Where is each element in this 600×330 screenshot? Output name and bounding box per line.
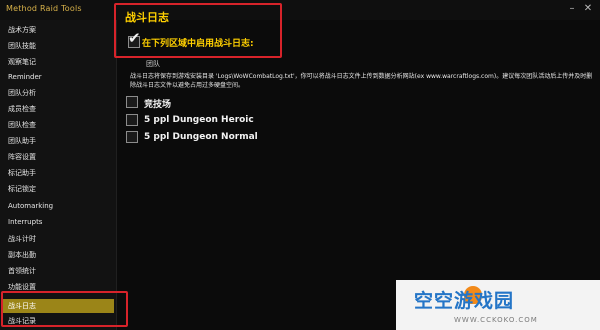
dungeon-heroic-checkbox[interactable] [126,114,138,126]
sidebar-item-raid-check[interactable]: 团队检查 [8,118,112,132]
sidebar-item-mark-lock[interactable]: 标记锁定 [8,182,112,196]
sidebar: 战术方案 团队技能 观察笔记 Reminder 团队分析 成员检查 团队检查 团… [0,20,117,330]
watermark-text: 空空游戏园 [414,290,515,312]
sidebar-item-notes[interactable]: 观察笔记 [8,55,112,69]
sidebar-item-raid-cooldowns[interactable]: 团队技能 [8,39,112,53]
arena-checkbox[interactable] [126,96,138,108]
dungeon-normal-checkbox[interactable] [126,131,138,143]
enable-combat-log-checkbox[interactable]: ✔ [128,31,141,48]
sidebar-item-mark-helper[interactable]: 标记助手 [8,166,112,180]
sidebar-item-raid-analysis[interactable]: 团队分析 [8,86,112,100]
sidebar-item-boss-stats[interactable]: 首领统计 [8,264,112,278]
sidebar-item-interrupts[interactable]: Interrupts [8,215,112,229]
checkmark-icon: ✔ [128,29,141,47]
watermark-logo: 空空游戏园 WWW.CCKOKO.COM [396,280,600,330]
sidebar-item-member-check[interactable]: 成员检查 [8,102,112,116]
sidebar-item-reminder[interactable]: Reminder [8,70,112,84]
sidebar-item-tactics[interactable]: 战术方案 [8,23,112,37]
sidebar-item-timers[interactable]: 战斗计时 [8,232,112,246]
app-title: Method Raid Tools [6,4,82,13]
sidebar-item-attendance[interactable]: 副本出勤 [8,248,112,262]
combat-log-description: 战斗日志将保存到游戏安装目录 'Logs\WoWCombatLog.txt'，你… [130,73,593,89]
sidebar-item-automarking[interactable]: Automarking [8,199,112,213]
enable-combat-log-label: 在下列区域中启用战斗日志: [142,39,254,49]
sidebar-item-raid-assist[interactable]: 团队助手 [8,134,112,148]
raid-tools-window: Method Raid Tools – ✕ 战术方案 团队技能 观察笔记 Rem… [0,0,600,330]
dungeon-heroic-label: 5 ppl Dungeon Heroic [144,115,254,125]
sidebar-highlight-box [1,291,128,327]
sidebar-item-roster[interactable]: 阵容设置 [8,150,112,164]
group-label: 团队 [146,60,160,68]
arena-label: 竞技场 [144,100,172,110]
dungeon-normal-label: 5 ppl Dungeon Normal [144,132,258,142]
watermark-url: WWW.CCKOKO.COM [454,316,538,324]
